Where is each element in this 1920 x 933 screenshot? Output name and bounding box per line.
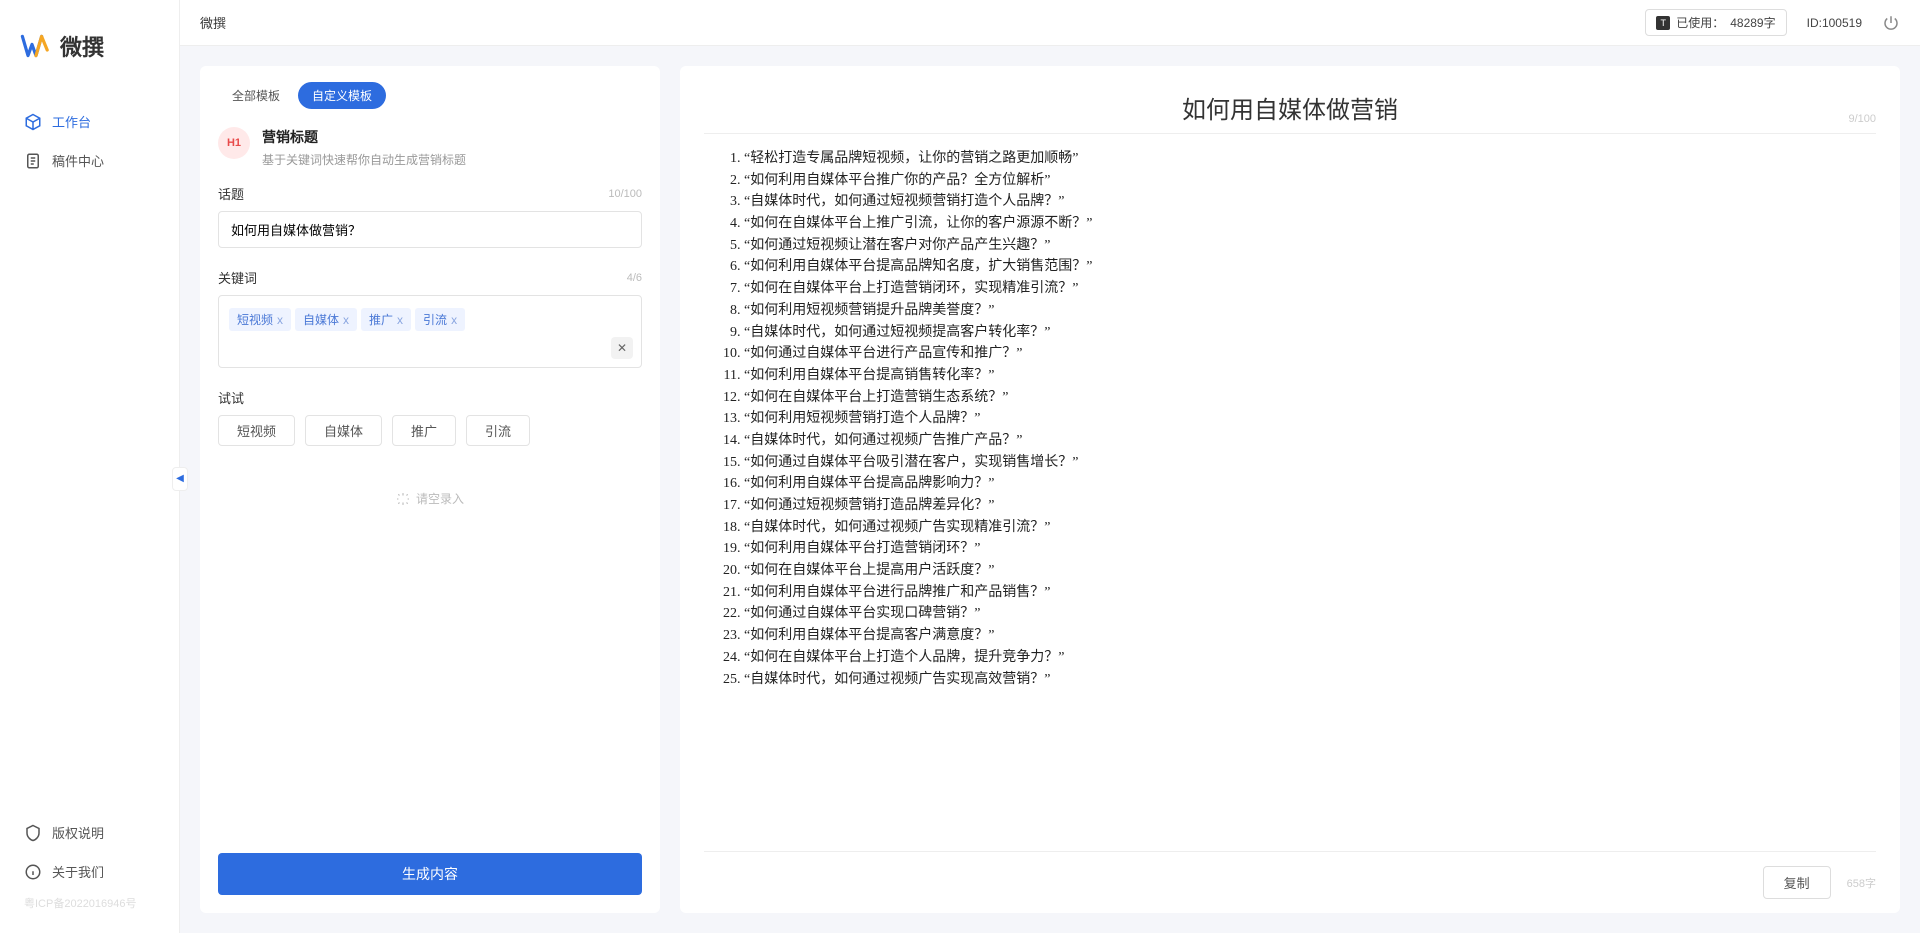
result-panel: 如何用自媒体做营销 9/100 “轻松打造专属品牌短视频，让你的营销之路更加顺畅… — [680, 66, 1900, 913]
nav-copyright[interactable]: 版权说明 — [0, 813, 179, 852]
result-list: “轻松打造专属品牌短视频，让你的营销之路更加顺畅”“如何利用自媒体平台推广你的产… — [716, 148, 1864, 690]
suggest-chip[interactable]: 短视频 — [218, 415, 295, 446]
template-desc: 基于关键词快速帮你自动生成营销标题 — [262, 151, 466, 168]
remove-tag-icon[interactable]: x — [397, 313, 403, 327]
nav-label: 工作台 — [52, 112, 91, 131]
keyword-tag[interactable]: 引流 x — [415, 308, 465, 331]
nav-label: 关于我们 — [52, 862, 104, 881]
result-item: “自媒体时代，如何通过短视频提高客户转化率？” — [744, 322, 1864, 344]
template-icon: H1 — [218, 127, 250, 159]
fill-hint: 请空录入 — [218, 466, 642, 531]
nav-drafts[interactable]: 稿件中心 — [0, 141, 179, 180]
result-item: “如何利用自媒体平台打造营销闭环？” — [744, 538, 1864, 560]
result-item: “如何利用自媒体平台提高销售转化率？” — [744, 365, 1864, 387]
suggest-chips: 短视频自媒体推广引流 — [218, 415, 642, 446]
clear-tags-button[interactable]: ✕ — [611, 337, 633, 359]
sidebar-footer: 版权说明 关于我们 粤ICP备2022016946号 — [0, 813, 179, 933]
sparkle-icon — [396, 492, 410, 506]
topic-count: 10/100 — [608, 188, 642, 200]
icp-text: 粤ICP备2022016946号 — [0, 891, 179, 915]
logo-icon — [20, 30, 52, 62]
nav-label: 稿件中心 — [52, 151, 104, 170]
result-item: “如何利用短视频营销打造个人品牌？” — [744, 408, 1864, 430]
brand-logo: 微撰 — [0, 0, 179, 82]
tab-all-templates[interactable]: 全部模板 — [218, 82, 294, 109]
result-item: “如何利用短视频营销提升品牌美誉度？” — [744, 300, 1864, 322]
result-item: “如何在自媒体平台上提高用户活跃度？” — [744, 560, 1864, 582]
result-item: “如何通过自媒体平台实现口碑营销？” — [744, 603, 1864, 625]
text-icon: T — [1656, 16, 1670, 30]
template-title: 营销标题 — [262, 127, 466, 147]
nav-workspace[interactable]: 工作台 — [0, 102, 179, 141]
suggest-chip[interactable]: 自媒体 — [305, 415, 382, 446]
result-item: “轻松打造专属品牌短视频，让你的营销之路更加顺畅” — [744, 148, 1864, 170]
result-item: “如何在自媒体平台上推广引流，让你的客户源源不断？” — [744, 213, 1864, 235]
result-item: “如何在自媒体平台上打造营销闭环，实现精准引流？” — [744, 278, 1864, 300]
result-item: “如何通过短视频营销打造品牌差异化？” — [744, 495, 1864, 517]
keyword-tag[interactable]: 短视频 x — [229, 308, 291, 331]
result-item: “自媒体时代，如何通过视频广告实现高效营销？” — [744, 669, 1864, 691]
result-title: 如何用自媒体做营销 — [740, 90, 1840, 125]
topic-field: 话题 10/100 — [218, 184, 642, 248]
result-item: “如何利用自媒体平台进行品牌推广和产品销售？” — [744, 582, 1864, 604]
document-icon — [24, 152, 42, 170]
generate-button[interactable]: 生成内容 — [218, 853, 642, 895]
keyword-tag[interactable]: 推广 x — [361, 308, 411, 331]
usage-label: 已使用： — [1676, 14, 1724, 31]
power-icon[interactable] — [1882, 14, 1900, 32]
keywords-field: 关键词 4/6 短视频 x自媒体 x推广 x引流 x ✕ — [218, 268, 642, 368]
user-id: ID:100519 — [1807, 16, 1862, 30]
template-header: H1 营销标题 基于关键词快速帮你自动生成营销标题 — [200, 119, 660, 184]
usage-badge: T 已使用： 48289字 — [1645, 9, 1786, 36]
remove-tag-icon[interactable]: x — [451, 313, 457, 327]
sidebar-collapse-toggle[interactable]: ◀ — [172, 467, 188, 491]
nav-label: 版权说明 — [52, 823, 104, 842]
config-panel: 全部模板 自定义模板 H1 营销标题 基于关键词快速帮你自动生成营销标题 话题 … — [200, 66, 660, 913]
result-item: “如何利用自媒体平台提高品牌影响力？” — [744, 473, 1864, 495]
result-item: “如何在自媒体平台上打造营销生态系统？” — [744, 387, 1864, 409]
suggest-field: 试试 短视频自媒体推广引流 — [218, 388, 642, 446]
keywords-count: 4/6 — [627, 272, 642, 284]
keywords-tagbox[interactable]: 短视频 x自媒体 x推广 x引流 x ✕ — [218, 295, 642, 368]
topic-label: 话题 — [218, 184, 244, 203]
result-item: “如何通过短视频让潜在客户对你产品产生兴趣？” — [744, 235, 1864, 257]
topbar: 微撰 T 已使用： 48289字 ID:100519 — [180, 0, 1920, 46]
tab-custom-template[interactable]: 自定义模板 — [298, 82, 386, 109]
result-item: “如何在自媒体平台上打造个人品牌，提升竞争力？” — [744, 647, 1864, 669]
usage-value: 48289字 — [1730, 14, 1775, 31]
suggest-chip[interactable]: 推广 — [392, 415, 456, 446]
brand-name: 微撰 — [60, 30, 104, 62]
result-item: “如何利用自媒体平台提高品牌知名度，扩大销售范围？” — [744, 256, 1864, 278]
result-char-count: 658字 — [1847, 875, 1876, 891]
info-icon — [24, 863, 42, 881]
suggest-chip[interactable]: 引流 — [466, 415, 530, 446]
nav-about[interactable]: 关于我们 — [0, 852, 179, 891]
remove-tag-icon[interactable]: x — [277, 313, 283, 327]
sidebar: 微撰 工作台 稿件中心 版权说明 关于我们 粤ICP备2022016946号 — [0, 0, 180, 933]
result-item: “自媒体时代，如何通过视频广告推广产品？” — [744, 430, 1864, 452]
shield-icon — [24, 824, 42, 842]
primary-nav: 工作台 稿件中心 — [0, 82, 179, 813]
keyword-tag[interactable]: 自媒体 x — [295, 308, 357, 331]
suggest-label: 试试 — [218, 388, 244, 407]
result-item: “如何通过自媒体平台进行产品宣传和推广？” — [744, 343, 1864, 365]
result-item: “自媒体时代，如何通过视频广告实现精准引流？” — [744, 517, 1864, 539]
topic-input[interactable] — [218, 211, 642, 248]
result-item: “如何利用自媒体平台提高客户满意度？” — [744, 625, 1864, 647]
copy-button[interactable]: 复制 — [1763, 866, 1831, 899]
result-item: “如何利用自媒体平台推广你的产品？全方位解析” — [744, 170, 1864, 192]
result-item: “自媒体时代，如何通过短视频营销打造个人品牌？” — [744, 191, 1864, 213]
result-title-count: 9/100 — [1848, 113, 1876, 125]
keywords-label: 关键词 — [218, 268, 257, 287]
remove-tag-icon[interactable]: x — [343, 313, 349, 327]
breadcrumb: 微撰 — [200, 13, 226, 32]
cube-icon — [24, 113, 42, 131]
result-item: “如何通过自媒体平台吸引潜在客户，实现销售增长？” — [744, 452, 1864, 474]
template-tabs: 全部模板 自定义模板 — [200, 66, 660, 119]
